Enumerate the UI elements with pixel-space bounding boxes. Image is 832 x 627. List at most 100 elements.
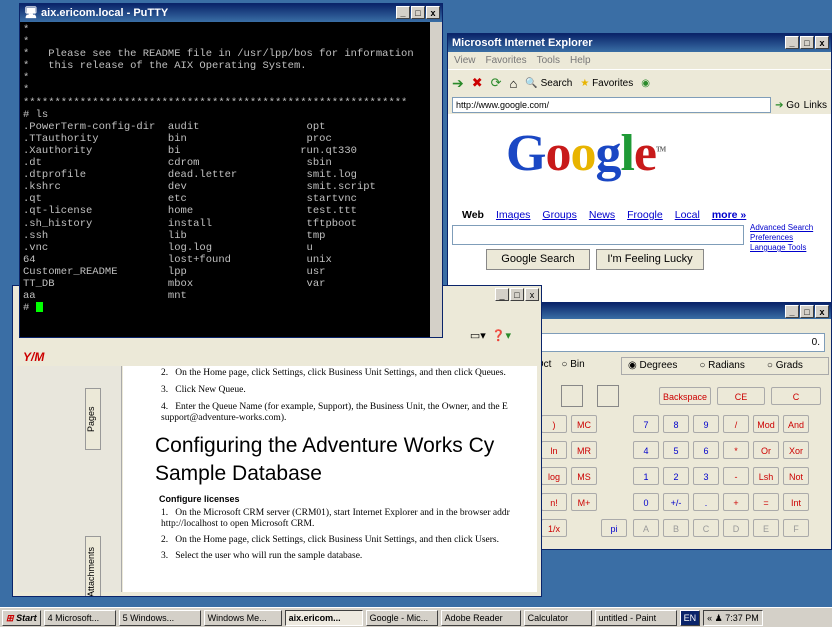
maximize-button[interactable]: □ — [800, 36, 814, 49]
ie-title-bar[interactable]: Microsoft Internet Explorer _ □ x — [448, 34, 831, 52]
calc-key-[interactable]: / — [723, 415, 749, 433]
refresh-icon[interactable]: ⟳ — [491, 75, 502, 91]
google-search-button[interactable]: Google Search — [486, 249, 590, 270]
calc-key-MR[interactable]: MR — [571, 441, 597, 459]
language-indicator[interactable]: EN — [679, 609, 701, 626]
calc-key-[interactable]: +/- — [663, 493, 689, 511]
stop-icon[interactable]: ✖ — [472, 75, 483, 91]
calc-key-1x[interactable]: 1/x — [541, 519, 567, 537]
calc-key-0[interactable]: 0 — [633, 493, 659, 511]
calc-key-3[interactable]: 3 — [693, 467, 719, 485]
calc-key-Int[interactable]: Int — [783, 493, 809, 511]
language-tools-link[interactable]: Language Tools — [750, 243, 813, 253]
calc-key-Lsh[interactable]: Lsh — [753, 467, 779, 485]
calc-key-Xor[interactable]: Xor — [783, 441, 809, 459]
calc-key-log[interactable]: log — [541, 467, 567, 485]
ce-button[interactable]: CE — [717, 387, 765, 405]
task-microsoft[interactable]: 4 Microsoft... — [43, 609, 116, 626]
menu-view[interactable]: View — [454, 52, 476, 69]
home-icon[interactable]: ⌂ — [510, 76, 518, 91]
calc-key-And[interactable]: And — [783, 415, 809, 433]
task-putty[interactable]: aix.ericom... — [284, 609, 363, 626]
task-paint[interactable]: untitled - Paint — [594, 609, 677, 626]
menu-tools[interactable]: Tools — [537, 52, 560, 69]
tab-pages[interactable]: Pages — [85, 388, 101, 450]
calculator-window[interactable]: _□x 0. ○ Oct ○ Bin ◉ Degrees ○ Radians ○… — [520, 302, 832, 550]
radio-degrees[interactable]: ◉ Degrees — [628, 358, 677, 374]
maximize-button[interactable]: □ — [510, 288, 524, 301]
calc-key-F[interactable]: F — [783, 519, 809, 537]
go-button[interactable]: ➔ Go — [775, 100, 800, 111]
menu-help[interactable]: Help — [570, 52, 591, 69]
calc-key-[interactable]: * — [723, 441, 749, 459]
close-button[interactable]: x — [525, 288, 539, 301]
tray-icon[interactable]: ♟ — [715, 613, 723, 623]
calc-key-Not[interactable]: Not — [783, 467, 809, 485]
minimize-button[interactable]: _ — [785, 305, 799, 318]
terminal-scrollbar[interactable] — [430, 22, 442, 337]
calc-key-pi[interactable]: pi — [601, 519, 627, 537]
calc-key-4[interactable]: 4 — [633, 441, 659, 459]
close-button[interactable]: x — [426, 6, 440, 19]
nav-news[interactable]: News — [589, 209, 615, 221]
google-search-input[interactable] — [452, 225, 744, 245]
calc-key-B[interactable]: B — [663, 519, 689, 537]
media-icon[interactable]: ◉ — [641, 78, 650, 89]
minimize-button[interactable]: _ — [396, 6, 410, 19]
calc-key-ln[interactable]: ln — [541, 441, 567, 459]
maximize-button[interactable]: □ — [411, 6, 425, 19]
calc-key-6[interactable]: 6 — [693, 441, 719, 459]
radio-bin[interactable]: ○ Bin — [561, 359, 584, 370]
task-calculator[interactable]: Calculator — [523, 609, 592, 626]
calc-key-7[interactable]: 7 — [633, 415, 659, 433]
ie-window[interactable]: Microsoft Internet Explorer _ □ x View Fav… — [447, 33, 832, 305]
favorites-button[interactable]: ★ Favorites — [580, 78, 633, 89]
menu-favorites[interactable]: Favorites — [486, 52, 527, 69]
calc-key-M[interactable]: M+ — [571, 493, 597, 511]
start-button[interactable]: ⊞ Start — [2, 609, 41, 626]
calc-key-9[interactable]: 9 — [693, 415, 719, 433]
nav-more[interactable]: more » — [712, 209, 746, 221]
nav-froogle[interactable]: Froogle — [627, 209, 663, 221]
calc-key-[interactable]: . — [693, 493, 719, 511]
putty-title-bar[interactable]: 🖥 aix.ericom.local - PuTTY _ □ x — [20, 4, 442, 22]
forward-icon[interactable]: ➔ — [452, 75, 464, 92]
calc-key-n[interactable]: n! — [541, 493, 567, 511]
putty-window[interactable]: 🖥 aix.ericom.local - PuTTY _ □ x * * * Pleas… — [19, 3, 443, 338]
calc-key-A[interactable]: A — [633, 519, 659, 537]
help-icon[interactable]: ❓▾ — [492, 329, 511, 342]
calc-key-[interactable]: ) — [541, 415, 567, 433]
radio-radians[interactable]: ○ Radians — [699, 358, 745, 374]
calc-key-5[interactable]: 5 — [663, 441, 689, 459]
task-adobe[interactable]: Adobe Reader — [440, 609, 521, 626]
advanced-search-link[interactable]: Advanced Search — [750, 223, 813, 233]
close-button[interactable]: x — [815, 305, 829, 318]
calc-key-[interactable]: + — [723, 493, 749, 511]
search-button[interactable]: 🔍 Search — [525, 78, 572, 89]
task-windows-media[interactable]: Windows Me... — [203, 609, 282, 626]
minimize-button[interactable]: _ — [785, 36, 799, 49]
task-ie[interactable]: Google - Mic... — [365, 609, 438, 626]
address-input[interactable]: http://www.google.com/ — [452, 97, 772, 113]
task-windows[interactable]: 5 Windows... — [118, 609, 201, 626]
tab-attachments[interactable]: Attachments — [85, 536, 101, 596]
minimize-button[interactable]: _ — [495, 288, 509, 301]
close-button[interactable]: x — [815, 36, 829, 49]
calc-key-MS[interactable]: MS — [571, 467, 597, 485]
c-button[interactable]: C — [771, 387, 821, 405]
links-label[interactable]: Links — [804, 100, 831, 111]
preferences-link[interactable]: Preferences — [750, 233, 813, 243]
nav-local[interactable]: Local — [675, 209, 700, 221]
nav-groups[interactable]: Groups — [542, 209, 576, 221]
toolbar-icon[interactable]: ▭▾ — [470, 329, 486, 342]
calc-key-D[interactable]: D — [723, 519, 749, 537]
radio-grads[interactable]: ○ Grads — [767, 358, 803, 374]
calc-key-8[interactable]: 8 — [663, 415, 689, 433]
calc-key-E[interactable]: E — [753, 519, 779, 537]
terminal[interactable]: * * * Please see the README file in /usr/l… — [20, 22, 430, 337]
calc-key-MC[interactable]: MC — [571, 415, 597, 433]
calc-title-bar[interactable]: _ □ x — [521, 303, 831, 319]
calc-key-1[interactable]: 1 — [633, 467, 659, 485]
calc-key-[interactable]: = — [753, 493, 779, 511]
maximize-button[interactable]: □ — [800, 305, 814, 318]
